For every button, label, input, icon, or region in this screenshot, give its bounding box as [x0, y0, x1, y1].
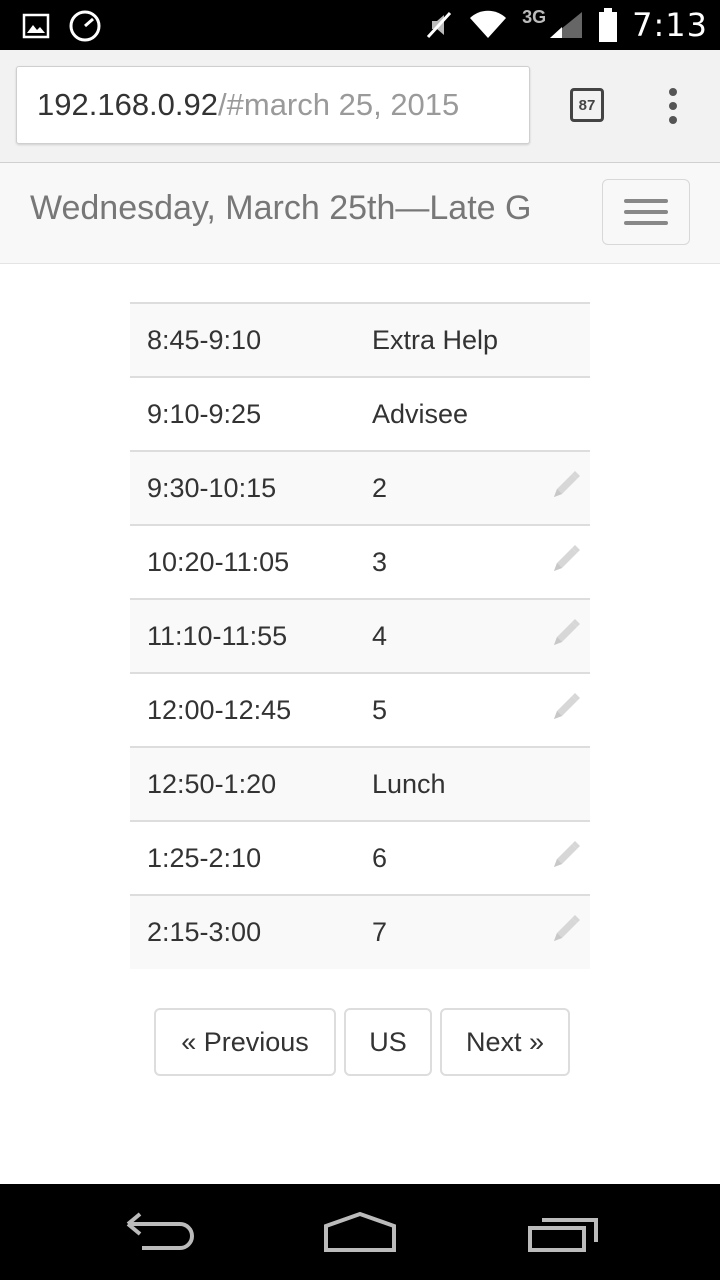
period-cell: Lunch	[372, 746, 542, 821]
schedule-row: 12:00-12:45 5	[130, 672, 590, 747]
us-button[interactable]: US	[344, 1008, 432, 1076]
edit-cell	[542, 450, 590, 525]
schedule-row: 12:50-1:20 Lunch	[130, 746, 590, 821]
page-navbar: Wednesday, March 25th—Late G	[0, 163, 720, 264]
pager: « Previous US Next »	[154, 1008, 570, 1076]
home-icon[interactable]	[322, 1212, 398, 1254]
url-host: 192.168.0.92	[37, 87, 219, 122]
url-bar[interactable]: 192.168.0.92/#march 25, 2015	[16, 66, 530, 144]
signal-icon	[550, 12, 583, 38]
system-nav-bar	[0, 1184, 720, 1280]
pencil-icon[interactable]	[550, 470, 582, 507]
time-cell: 10:20-11:05	[130, 524, 372, 599]
clock: 7:13	[632, 6, 708, 44]
schedule-row: 2:15-3:00 7	[130, 894, 590, 969]
edit-cell	[542, 376, 590, 451]
previous-button[interactable]: « Previous	[154, 1008, 336, 1076]
pencil-icon[interactable]	[550, 544, 582, 581]
hamburger-menu-button[interactable]	[602, 179, 690, 245]
back-icon[interactable]	[124, 1212, 196, 1252]
time-cell: 8:45-9:10	[130, 302, 372, 377]
url-path: /#march 25, 2015	[218, 87, 460, 122]
mute-icon	[427, 11, 452, 39]
period-cell: 5	[372, 672, 542, 747]
hamburger-bar	[624, 221, 668, 225]
image-icon	[22, 13, 50, 39]
period-cell: Advisee	[372, 376, 542, 451]
network-type: 3G	[522, 6, 547, 27]
edit-cell	[542, 820, 590, 895]
period-cell: 2	[372, 450, 542, 525]
time-cell: 12:50-1:20	[130, 746, 372, 821]
hamburger-bar	[624, 199, 668, 203]
time-cell: 12:00-12:45	[130, 672, 372, 747]
tab-switcher-button[interactable]: 87	[570, 88, 604, 122]
recents-icon[interactable]	[526, 1214, 600, 1254]
wifi-icon	[470, 10, 507, 39]
time-cell: 9:10-9:25	[130, 376, 372, 451]
edit-cell	[542, 598, 590, 673]
edit-cell	[542, 746, 590, 821]
period-cell: Extra Help	[372, 302, 542, 377]
schedule-row: 9:30-10:15 2	[130, 450, 590, 525]
schedule-row: 1:25-2:10 6	[130, 820, 590, 895]
pencil-icon[interactable]	[550, 915, 582, 951]
edit-cell	[542, 894, 590, 969]
schedule-row: 8:45-9:10 Extra Help	[130, 302, 590, 377]
period-cell: 6	[372, 820, 542, 895]
period-cell: 3	[372, 524, 542, 599]
pencil-icon[interactable]	[550, 840, 582, 877]
time-cell: 9:30-10:15	[130, 450, 372, 525]
schedule-row: 10:20-11:05 3	[130, 524, 590, 599]
edit-cell	[542, 672, 590, 747]
pencil-icon[interactable]	[550, 692, 582, 729]
hamburger-bar	[624, 210, 668, 214]
next-button[interactable]: Next »	[440, 1008, 570, 1076]
pencil-icon[interactable]	[550, 618, 582, 655]
edit-cell	[542, 524, 590, 599]
schedule-table: 8:45-9:10 Extra Help 9:10-9:25 Advisee 9:30-…	[130, 302, 590, 969]
speedometer-icon	[69, 10, 101, 42]
schedule-row: 11:10-11:55 4	[130, 598, 590, 673]
browser-toolbar: 192.168.0.92/#march 25, 2015 87	[0, 50, 720, 163]
time-cell: 2:15-3:00	[130, 894, 372, 969]
status-bar: 3G 7:13	[0, 0, 720, 50]
time-cell: 1:25-2:10	[130, 820, 372, 895]
schedule-row: 9:10-9:25 Advisee	[130, 376, 590, 451]
battery-icon	[599, 8, 618, 42]
tab-count: 87	[578, 96, 596, 114]
overflow-menu-icon[interactable]	[666, 88, 680, 124]
period-cell: 7	[372, 894, 542, 969]
edit-cell	[542, 302, 590, 377]
page-title[interactable]: Wednesday, March 25th—Late G	[30, 189, 570, 228]
time-cell: 11:10-11:55	[130, 598, 372, 673]
period-cell: 4	[372, 598, 542, 673]
